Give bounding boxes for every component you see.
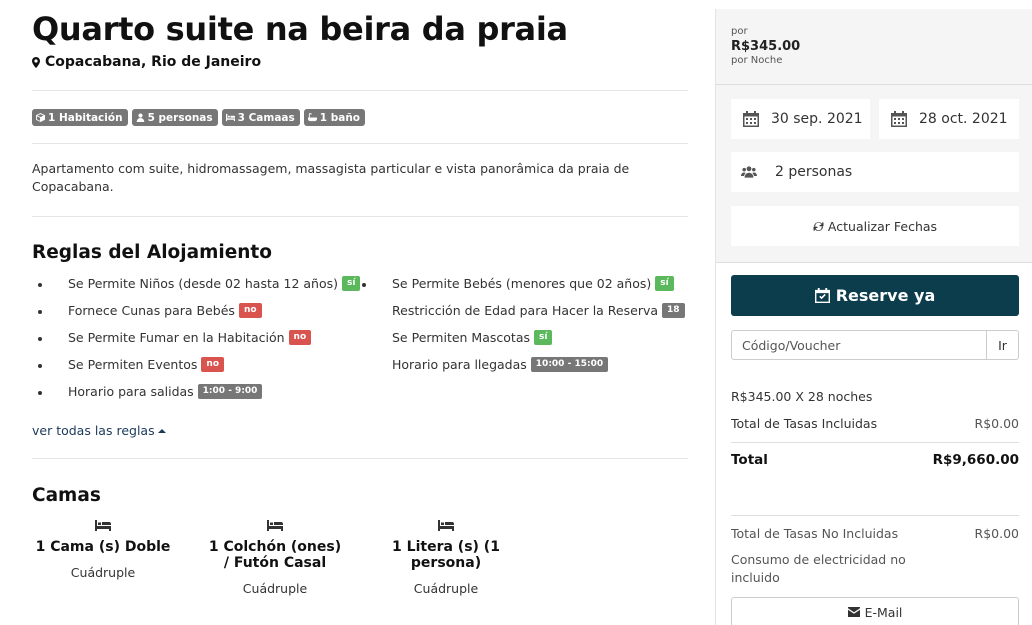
refresh-icon: [813, 221, 824, 231]
divider: [32, 216, 688, 217]
time-badge: 10:00 - 15:00: [530, 357, 609, 372]
calendar-check-icon: [814, 288, 830, 303]
listing-description: Apartamento com suite, hidromassagem, ma…: [32, 161, 630, 194]
divider: [731, 515, 1019, 516]
user-icon: [136, 113, 144, 122]
tag-beds: 3 Camaas: [221, 109, 300, 126]
caret-up-icon: [157, 428, 166, 433]
listing-title: Quarto suite na beira da praia: [32, 10, 568, 48]
bed-icon: [438, 520, 454, 531]
total-row: Total R$9,660.00: [731, 452, 1019, 468]
price-summary: por R$345.00 por Noche: [731, 26, 800, 67]
feature-tags: 1 Habitación 5 personas 3 Camaas 1 baño: [32, 109, 366, 126]
rule-item: Se Permite Fumar en la Habitación no: [38, 330, 312, 345]
status-badge: no: [238, 303, 262, 318]
calendar-icon: [891, 111, 907, 127]
bed-name: 1 Colchón (ones) / Futón Casal: [208, 539, 342, 571]
nightly-price: R$345.00: [731, 39, 801, 54]
bed-type: Cuádruple: [242, 581, 308, 596]
bed-name: 1 Cama (s) Doble: [35, 539, 171, 555]
divider: [32, 143, 688, 144]
divider: [716, 262, 1032, 263]
see-all-rules-link[interactable]: ver todas las reglas: [32, 423, 166, 438]
per-label: por: [731, 26, 748, 37]
rule-item: Restricción de Edad para Hacer la Reserv…: [392, 303, 685, 318]
bed-item: 1 Litera (s) (1 persona) Cuádruple: [375, 519, 517, 596]
update-dates-button[interactable]: Actualizar Fechas: [731, 206, 1019, 246]
location: Copacabana, Rio de Janeiro: [32, 54, 261, 70]
time-badge: 1:00 - 9:00: [197, 384, 263, 399]
bed-type: Cuádruple: [413, 581, 479, 596]
check-out-date[interactable]: 28 oct. 2021: [879, 99, 1019, 139]
listing-details: Quarto suite na beira da praia Copacaban…: [32, 0, 688, 625]
tag-rooms: 1 Habitación: [32, 109, 128, 126]
map-marker-icon: [32, 56, 40, 68]
bed-item: 1 Cama (s) Doble Cuádruple: [32, 519, 174, 580]
bed-icon: [225, 113, 235, 122]
bullet: [38, 310, 42, 314]
bed-name: 1 Litera (s) (1 persona): [392, 539, 500, 571]
status-badge: sí: [342, 276, 361, 291]
bullet: [362, 283, 366, 287]
divider: [731, 442, 1019, 443]
rule-item: Se Permiten Mascotas sí: [392, 330, 553, 345]
reserve-button[interactable]: Reserve ya: [731, 275, 1019, 316]
rule-item: Fornece Cunas para Bebés no: [38, 303, 262, 318]
booking-panel: por R$345.00 por Noche 30 sep. 2021 28 o…: [715, 9, 1032, 625]
bed-type: Cuádruple: [70, 565, 136, 580]
tag-bath: 1 baño: [303, 109, 366, 126]
age-badge: 18: [662, 303, 685, 318]
guests-selector[interactable]: 2 personas: [731, 152, 1019, 192]
taxes-included-row: Total de Tasas Incluidas R$0.00: [731, 416, 1019, 431]
envelope-icon: [847, 607, 860, 617]
rule-item: Se Permiten Eventos no: [38, 357, 225, 372]
rules-heading: Reglas del Alojamiento: [32, 242, 272, 263]
bullet: [38, 283, 42, 287]
electricity-note: Consumo de electricidad no incluido: [731, 552, 906, 585]
divider: [32, 90, 688, 91]
rule-item: Se Permite Bebés (menores que 02 años) s…: [362, 276, 674, 291]
bullet: [38, 391, 42, 395]
calendar-icon: [743, 111, 759, 127]
divider: [716, 84, 1032, 85]
beds-heading: Camas: [32, 485, 101, 506]
tag-persons: 5 personas: [131, 109, 218, 126]
bed-icon: [267, 520, 283, 531]
status-badge: sí: [655, 276, 674, 291]
cube-icon: [36, 113, 45, 122]
rule-item: Se Permite Niños (desde 02 hasta 12 años…: [38, 276, 361, 291]
status-badge: sí: [534, 330, 553, 345]
location-text: Copacabana, Rio de Janeiro: [45, 54, 262, 70]
status-badge: no: [201, 357, 225, 372]
per-night-label: por Noche: [731, 55, 783, 66]
voucher-input[interactable]: [731, 330, 987, 360]
bath-icon: [307, 113, 317, 122]
bullet: [38, 337, 42, 341]
divider: [32, 458, 688, 459]
status-badge: no: [288, 330, 312, 345]
rule-item: Horario para salidas 1:00 - 9:00: [38, 384, 263, 399]
apply-voucher-button[interactable]: Ir: [986, 330, 1019, 360]
users-icon: [741, 166, 757, 178]
bed-icon: [95, 520, 111, 531]
taxes-excluded-row: Total de Tasas No Incluidas R$0.00: [731, 526, 1019, 541]
price-breakdown: R$345.00 X 28 noches: [731, 389, 873, 404]
bed-item: 1 Colchón (ones) / Futón Casal Cuádruple: [204, 519, 346, 596]
bullet: [38, 364, 42, 368]
email-button[interactable]: E-Mail: [731, 597, 1019, 625]
check-in-date[interactable]: 30 sep. 2021: [731, 99, 870, 139]
rule-item: Horario para llegadas 10:00 - 15:00: [392, 357, 609, 372]
